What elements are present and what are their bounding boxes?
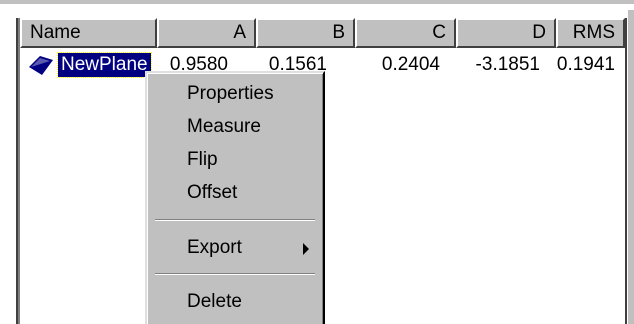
panel-edge-right	[628, 10, 634, 324]
column-header-c[interactable]: C	[355, 18, 456, 48]
column-header-name[interactable]: Name	[20, 18, 157, 48]
cell-d[interactable]: -3.1851	[450, 53, 540, 77]
menu-separator	[155, 273, 315, 275]
column-header-rms[interactable]: RMS	[556, 18, 625, 48]
plane-icon	[29, 56, 53, 75]
column-header-bar: Name A B C D RMS	[20, 18, 625, 48]
menu-separator	[155, 219, 315, 221]
menu-item-export[interactable]: Export	[147, 233, 323, 263]
cell-rms[interactable]: 0.1941	[540, 53, 615, 77]
window-frame: Name A B C D RMS 0.9580 0.1561 0.2404 -3…	[0, 0, 634, 324]
context-menu: Properties Measure Flip Offset Export De…	[145, 71, 325, 324]
column-header-b[interactable]: B	[256, 18, 355, 48]
menu-item-measure[interactable]: Measure	[147, 112, 323, 142]
menu-item-offset[interactable]: Offset	[147, 178, 323, 208]
cell-c[interactable]: 0.2404	[360, 53, 440, 77]
menu-item-delete[interactable]: Delete	[147, 287, 323, 317]
column-header-d[interactable]: D	[456, 18, 556, 48]
panel-border-right	[625, 18, 627, 324]
arrow-right-icon	[303, 243, 309, 255]
column-header-a[interactable]: A	[157, 18, 256, 48]
row-name-selected[interactable]: NewPlane	[57, 52, 152, 78]
menu-item-export-label: Export	[187, 237, 242, 258]
menu-item-flip[interactable]: Flip	[147, 145, 323, 175]
menu-item-properties[interactable]: Properties	[147, 79, 323, 109]
